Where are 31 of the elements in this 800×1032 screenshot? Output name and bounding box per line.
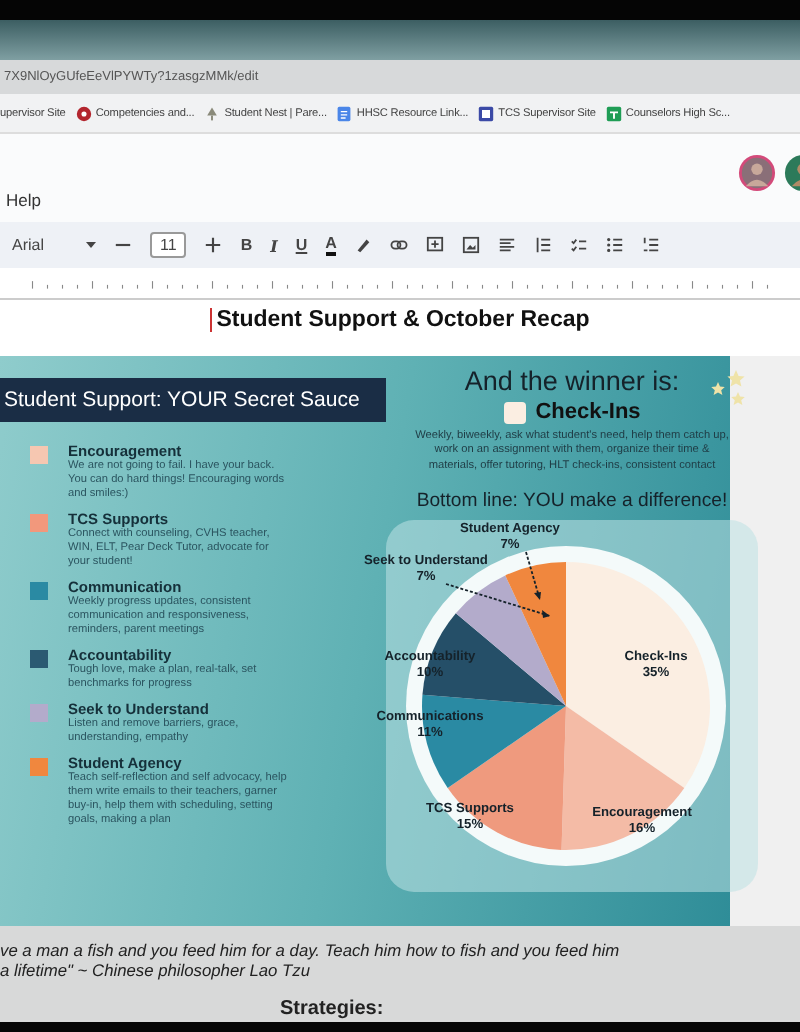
winner-heading: And the winner is: xyxy=(464,366,680,396)
link-icon[interactable] xyxy=(390,236,409,254)
format-button[interactable]: U xyxy=(295,236,308,254)
checklist-icon[interactable] xyxy=(570,236,589,254)
font-size-field[interactable]: 11 xyxy=(150,232,187,258)
format-button[interactable]: I xyxy=(270,235,278,255)
bottom-line: Bottom line: YOU make a difference! xyxy=(416,489,728,512)
document-icon xyxy=(336,105,353,121)
caret-icon xyxy=(86,242,96,248)
flower-icon xyxy=(75,105,92,121)
document-title: Student Support & October Recap xyxy=(210,308,590,332)
comment-icon[interactable] xyxy=(426,236,445,254)
line-spacing-icon[interactable] xyxy=(534,236,553,254)
highlighter-icon[interactable] xyxy=(354,236,373,254)
numbered-list-icon[interactable] xyxy=(642,236,661,254)
quote-line: a lifetime" ~ Chinese philosopher Lao Tzu xyxy=(0,960,312,980)
bullet-list-icon[interactable] xyxy=(606,236,625,254)
spreadsheet-icon xyxy=(605,105,622,121)
site-icon xyxy=(478,105,495,121)
format-button[interactable]: B xyxy=(240,236,253,254)
plus-icon[interactable] xyxy=(204,236,223,254)
format-button[interactable]: A xyxy=(325,235,337,255)
align-icon[interactable] xyxy=(498,236,517,254)
winner-name: Check-Ins xyxy=(535,400,641,424)
menu-item[interactable]: Help xyxy=(6,190,41,210)
section-heading: Strategies: xyxy=(280,998,384,1020)
avatar[interactable] xyxy=(738,154,776,192)
slide-title: Student Support: YOUR Secret Sauce xyxy=(0,378,386,422)
quote-line: ve a man a fish and you feed him for a day. Teach him how to fish and you feed him xyxy=(0,940,622,960)
image-icon[interactable] xyxy=(462,236,481,254)
font-dropdown[interactable]: Arial xyxy=(12,236,96,254)
